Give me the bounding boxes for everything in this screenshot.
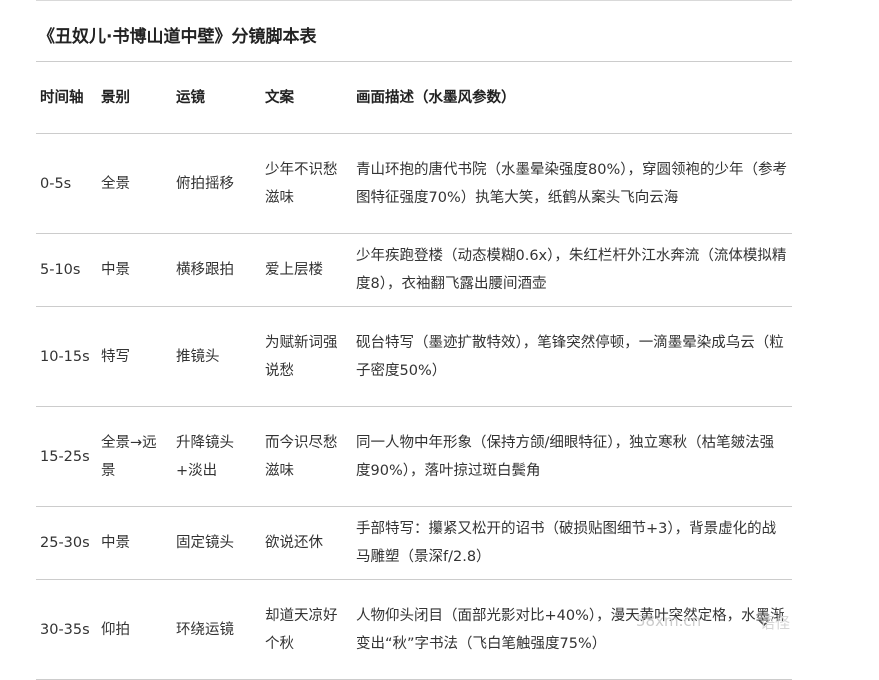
cell-shot: 全景→远景 [97,406,172,507]
cell-description: 手部特写：攥紧又松开的诏书（破损贴图细节+3），背景虚化的战马雕塑（景深f/2.… [352,506,792,580]
cell-camera: 横移跟拍 [172,233,261,307]
cell-time: 5-10s [36,233,97,307]
corner-watermark: 语怪 [760,614,791,632]
cell-copy: 而今识尽愁滋味 [261,406,352,507]
cell-camera: 俯拍摇移 [172,133,261,234]
header-camera: 运镜 [172,61,261,134]
cell-camera: 环绕运镜 [172,579,261,680]
cell-time: 10-15s [36,306,97,407]
storyboard-table: 时间轴 景别 运镜 文案 画面描述（水墨风参数） 0-5s 全景 俯拍摇移 少年… [36,61,792,680]
cell-camera: 推镜头 [172,306,261,407]
cell-copy: 却道天凉好个秋 [261,579,352,680]
document-title: 《丑奴儿·书博山道中壁》分镜脚本表 [38,27,317,47]
cell-camera: 固定镜头 [172,506,261,580]
cell-time: 30-35s [36,579,97,680]
cell-description: 少年疾跑登楼（动态模糊0.6x），朱红栏杆外江水奔流（流体模拟精度8），衣袖翻飞… [352,233,792,307]
cell-copy: 少年不识愁滋味 [261,133,352,234]
cell-time: 15-25s [36,406,97,507]
cell-copy: 爱上层楼 [261,233,352,307]
header-time: 时间轴 [36,61,97,134]
cell-description: 人物仰头闭目（面部光影对比+40%），漫天黄叶突然定格，水墨渐变出“秋”字书法（… [352,579,792,680]
cell-description: 同一人物中年形象（保持方颌/细眼特征），独立寒秋（枯笔皴法强度90%），落叶掠过… [352,406,792,507]
cell-description: 青山环抱的唐代书院（水墨晕染强度80%），穿圆领袍的少年（参考图特征强度70%）… [352,133,792,234]
cell-shot: 中景 [97,506,172,580]
cell-time: 0-5s [36,133,97,234]
cell-shot: 仰拍 [97,579,172,680]
cell-shot: 中景 [97,233,172,307]
header-shot: 景别 [97,61,172,134]
table-row: 25-30s 中景 固定镜头 欲说还休 手部特写：攥紧又松开的诏书（破损贴图细节… [36,506,792,580]
header-copy: 文案 [261,61,352,134]
cell-time: 25-30s [36,506,97,580]
top-divider [36,0,792,1]
header-description: 画面描述（水墨风参数） [352,61,792,134]
cell-shot: 特写 [97,306,172,407]
cell-description: 砚台特写（墨迹扩散特效），笔锋突然停顿，一滴墨晕染成乌云（粒子密度50%） [352,306,792,407]
table-row: 10-15s 特写 推镜头 为赋新词强说愁 砚台特写（墨迹扩散特效），笔锋突然停… [36,306,792,407]
table-row: 0-5s 全景 俯拍摇移 少年不识愁滋味 青山环抱的唐代书院（水墨晕染强度80%… [36,133,792,234]
cell-camera: 升降镜头+淡出 [172,406,261,507]
cell-copy: 为赋新词强说愁 [261,306,352,407]
table-row: 15-25s 全景→远景 升降镜头+淡出 而今识尽愁滋味 同一人物中年形象（保持… [36,406,792,507]
table-header-row: 时间轴 景别 运镜 文案 画面描述（水墨风参数） [36,61,792,134]
table-row: 5-10s 中景 横移跟拍 爱上层楼 少年疾跑登楼（动态模糊0.6x），朱红栏杆… [36,233,792,307]
cell-shot: 全景 [97,133,172,234]
cell-copy: 欲说还休 [261,506,352,580]
site-watermark: 58xm.cn [636,612,702,630]
